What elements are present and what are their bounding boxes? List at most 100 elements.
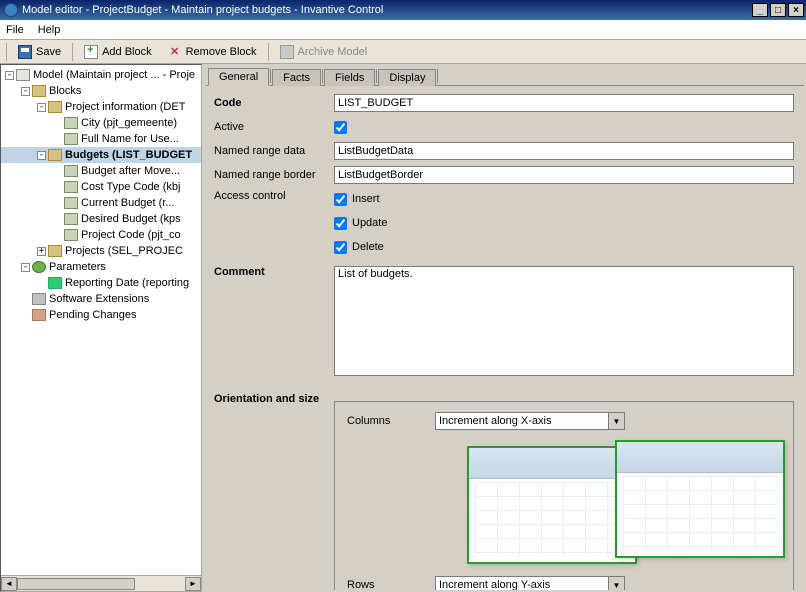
minimize-button[interactable]: _ — [752, 3, 768, 17]
tab-display[interactable]: Display — [378, 69, 436, 86]
save-label: Save — [36, 46, 61, 58]
label-update: Update — [352, 217, 387, 229]
expander-blank — [53, 231, 62, 240]
add-block-label: Add Block — [102, 46, 152, 58]
tab-fields[interactable]: Fields — [324, 69, 375, 86]
expander-blank — [53, 167, 62, 176]
right-panel: General Facts Fields Display Code Active — [202, 64, 806, 592]
app-icon — [4, 3, 18, 17]
title-bar: Model editor - ProjectBudget - Maintain … — [0, 0, 806, 20]
tree-item-label: Reporting Date (reporting — [65, 277, 189, 289]
tree-item[interactable]: Reporting Date (reporting — [1, 275, 201, 291]
tab-strip: General Facts Fields Display — [206, 66, 804, 86]
label-named-range-data: Named range data — [214, 145, 334, 157]
tree-item-label: Projects (SEL_PROJEC — [65, 245, 183, 257]
named-range-data-input[interactable] — [334, 142, 794, 160]
preview-right-icon — [615, 440, 785, 558]
tab-general[interactable]: General — [208, 68, 269, 86]
comment-textarea[interactable]: List of budgets. — [334, 266, 794, 376]
tree-horizontal-scrollbar[interactable]: ◄ ► — [1, 575, 201, 591]
scroll-thumb[interactable] — [17, 578, 135, 590]
expander-blank — [53, 183, 62, 192]
tree-item[interactable]: + Projects (SEL_PROJEC — [1, 243, 201, 259]
tree-item[interactable]: Project Code (pjt_co — [1, 227, 201, 243]
rows-combo[interactable]: Increment along Y-axis ▼ — [435, 576, 625, 590]
leaf-icon — [64, 165, 78, 177]
tree-item[interactable]: Pending Changes — [1, 307, 201, 323]
label-code: Code — [214, 97, 334, 109]
tree-item-label: Cost Type Code (kbj — [81, 181, 180, 193]
scroll-track[interactable] — [17, 577, 185, 591]
tree-item[interactable]: Software Extensions — [1, 291, 201, 307]
tab-separator — [376, 69, 377, 83]
tree-item-label: Full Name for Use... — [81, 133, 179, 145]
tree-item-label: City (pjt_gemeente) — [81, 117, 177, 129]
active-checkbox[interactable] — [334, 121, 347, 134]
tree-item[interactable]: Cost Type Code (kbj — [1, 179, 201, 195]
menu-file[interactable]: File — [6, 24, 24, 36]
label-access-control: Access control — [214, 190, 334, 202]
tree-item[interactable]: - Parameters — [1, 259, 201, 275]
menu-help[interactable]: Help — [38, 24, 61, 36]
main-area: -Model (Maintain project ... - Proje-Blo… — [0, 64, 806, 592]
tree-item[interactable]: City (pjt_gemeente) — [1, 115, 201, 131]
archive-model-button[interactable]: Archive Model — [273, 42, 375, 62]
tree-item[interactable]: -Project information (DET — [1, 99, 201, 115]
orientation-preview — [347, 440, 781, 568]
scroll-left-button[interactable]: ◄ — [1, 577, 17, 591]
form-area: Code Active Named range data — [206, 86, 804, 590]
columns-combo-text: Increment along X-axis — [435, 412, 609, 430]
tab-separator — [322, 69, 323, 83]
columns-combo[interactable]: Increment along X-axis ▼ — [435, 412, 625, 430]
collapse-icon[interactable]: - — [21, 87, 30, 96]
leaf-icon — [64, 117, 78, 129]
expander-blank — [53, 215, 62, 224]
save-button[interactable]: Save — [11, 42, 68, 62]
remove-block-label: Remove Block — [186, 46, 257, 58]
tree-item[interactable]: Current Budget (r... — [1, 195, 201, 211]
archive-model-label: Archive Model — [298, 46, 368, 58]
maximize-button[interactable]: □ — [770, 3, 786, 17]
collapse-icon[interactable]: - — [37, 151, 46, 160]
chevron-down-icon[interactable]: ▼ — [609, 576, 625, 590]
tree-item-label: Project Code (pjt_co — [81, 229, 181, 241]
chevron-down-icon[interactable]: ▼ — [609, 412, 625, 430]
ext-icon — [32, 293, 46, 305]
collapse-icon[interactable]: - — [21, 263, 30, 272]
close-button[interactable]: × — [788, 3, 804, 17]
expand-icon[interactable]: + — [37, 247, 46, 256]
tree-item[interactable]: Full Name for Use... — [1, 131, 201, 147]
tab-separator — [270, 69, 271, 83]
collapse-icon[interactable]: - — [37, 103, 46, 112]
orientation-group: Columns Increment along X-axis ▼ Rows — [334, 401, 794, 590]
window-controls: _ □ × — [750, 3, 804, 17]
collapse-icon[interactable]: - — [5, 71, 14, 80]
tree-item[interactable]: Desired Budget (kps — [1, 211, 201, 227]
window-title: Model editor - ProjectBudget - Maintain … — [22, 4, 750, 16]
tree-item[interactable]: -Blocks — [1, 83, 201, 99]
toolbar-separator — [6, 43, 7, 61]
named-range-border-input[interactable] — [334, 166, 794, 184]
delete-checkbox[interactable] — [334, 241, 347, 254]
label-orientation: Orientation and size — [214, 393, 334, 405]
remove-block-button[interactable]: ✕ Remove Block — [161, 42, 264, 62]
tree-root: -Model (Maintain project ... - Proje-Blo… — [1, 65, 201, 325]
pending-icon — [32, 309, 46, 321]
tree-item-label: Model (Maintain project ... - Proje — [33, 69, 195, 81]
label-rows: Rows — [347, 579, 435, 590]
code-input[interactable] — [334, 94, 794, 112]
tree-panel[interactable]: -Model (Maintain project ... - Proje-Blo… — [0, 64, 202, 592]
leaf-icon — [64, 213, 78, 225]
tree-item-label: Parameters — [49, 261, 106, 273]
scroll-right-button[interactable]: ► — [185, 577, 201, 591]
tree-item[interactable]: Budget after Move... — [1, 163, 201, 179]
tree-item[interactable]: -Budgets (LIST_BUDGET — [1, 147, 201, 163]
tree-item[interactable]: - Model (Maintain project ... - Proje — [1, 67, 201, 83]
insert-checkbox[interactable] — [334, 193, 347, 206]
rows-combo-text: Increment along Y-axis — [435, 576, 609, 590]
update-checkbox[interactable] — [334, 217, 347, 230]
add-block-button[interactable]: Add Block — [77, 42, 159, 62]
tree-item-label: Pending Changes — [49, 309, 136, 321]
toolbar-separator — [72, 43, 73, 61]
tab-facts[interactable]: Facts — [272, 69, 321, 86]
